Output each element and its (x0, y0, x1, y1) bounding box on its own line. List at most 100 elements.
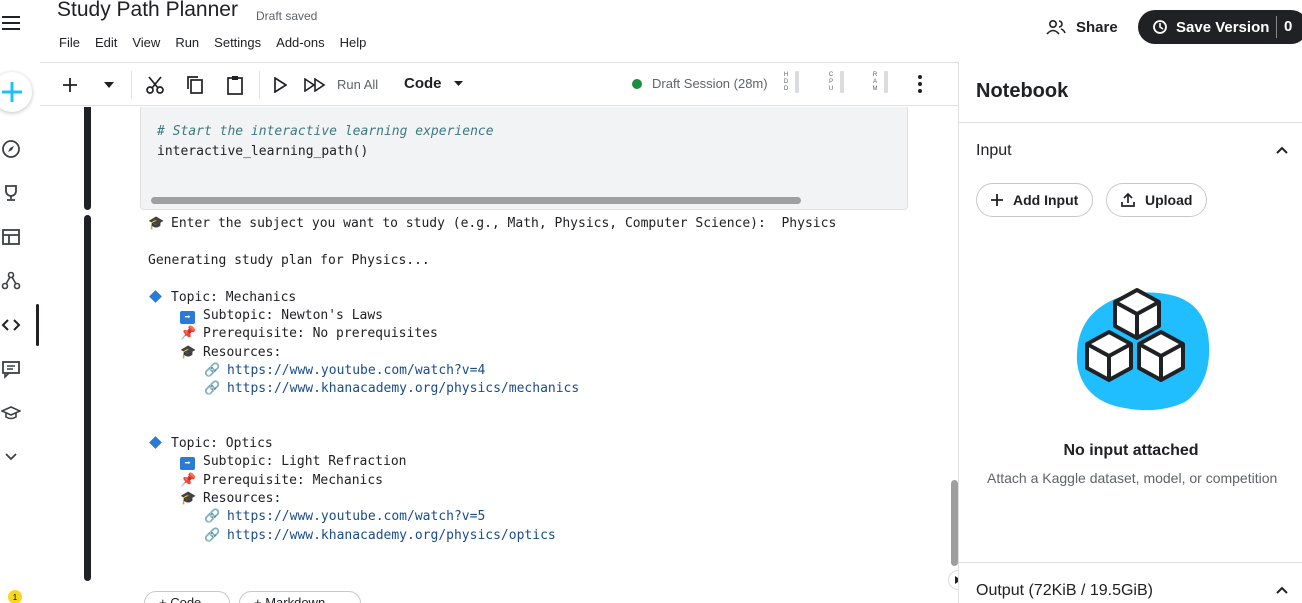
cpu-meter[interactable]: CPU (828, 71, 844, 93)
prerequisite-text: Prerequisite: Mechanics (203, 473, 384, 488)
topic-text: Topic: Mechanics (171, 290, 297, 305)
compass-icon[interactable] (0, 138, 22, 160)
add-markdown-cell-button[interactable]: + Markdown (239, 591, 361, 603)
code-line: interactive_learning_path() (157, 144, 369, 159)
cubes-illustration-icon (1076, 288, 1210, 411)
resource-link[interactable]: https://www.youtube.com/watch?v=5 (227, 509, 485, 524)
session-status-dot (632, 78, 642, 89)
cut-button[interactable] (144, 73, 166, 97)
output-selection-bar[interactable] (84, 215, 91, 581)
subtopic-line: ➡ Subtopic: Light Refraction (180, 454, 407, 470)
resource-link[interactable]: https://www.khanacademy.org/physics/mech… (227, 381, 579, 396)
ram-meter-bar (884, 71, 888, 93)
add-code-cell-label: + Code (159, 595, 202, 603)
add-cell-dropdown[interactable] (102, 73, 116, 97)
menu-run[interactable]: Run (175, 35, 199, 50)
diamond-icon (149, 436, 162, 449)
input-section-header[interactable]: Input (976, 142, 1012, 160)
horizontal-scrollbar[interactable] (151, 197, 801, 204)
run-all-button[interactable] (302, 73, 328, 97)
notebook-title[interactable]: Study Path Planner (57, 0, 238, 22)
add-markdown-cell-label: + Markdown (254, 595, 326, 603)
menu-file[interactable]: File (59, 35, 80, 50)
resources-line: 🎓 Resources: (180, 345, 281, 360)
cpu-meter-label: CPU (828, 71, 834, 92)
play-icon (274, 77, 287, 93)
subtopic-line: ➡ Subtopic: Newton's Laws (180, 308, 383, 324)
hamburger-menu-icon[interactable] (0, 12, 22, 34)
output-prompt-line: 🎓 Enter the subject you want to study (e.… (148, 216, 836, 231)
upload-button[interactable]: Upload (1106, 183, 1208, 217)
session-status[interactable]: Draft Session (28m) (632, 76, 768, 91)
cell-type-value: Code (404, 75, 442, 92)
discussion-icon[interactable] (0, 358, 22, 380)
link-icon: 🔗 (204, 381, 221, 396)
plus-icon (2, 82, 22, 102)
run-cell-button[interactable] (271, 73, 289, 97)
graduation-cap-icon: 🎓 (180, 491, 197, 506)
table-icon[interactable] (0, 226, 22, 248)
copy-button[interactable] (184, 73, 206, 97)
cell-selection-bar[interactable] (84, 107, 91, 210)
upload-icon (1121, 193, 1135, 207)
more-options-icon[interactable] (918, 75, 922, 99)
toolbar-divider (131, 71, 132, 99)
pushpin-icon: 📌 (180, 473, 197, 488)
save-version-button[interactable]: Save Version 0 (1138, 10, 1302, 44)
graduation-cap-icon: 🎓 (148, 216, 165, 231)
caret-down-icon (104, 82, 114, 88)
pushpin-icon: 📌 (180, 326, 197, 341)
link-icon: 🔗 (204, 528, 221, 543)
menu-bar: File Edit View Run Settings Add-ons Help (59, 35, 381, 50)
chevron-up-icon[interactable] (1275, 142, 1289, 158)
hdd-meter-label: HDD (783, 71, 789, 92)
toolbar-divider (259, 71, 260, 99)
code-cell-editor[interactable]: # Start the interactive learning experie… (140, 107, 908, 210)
subtopic-text: Subtopic: Newton's Laws (203, 308, 384, 323)
menu-view[interactable]: View (132, 35, 160, 50)
prerequisite-text: Prerequisite: No prerequisites (203, 326, 438, 341)
chevron-up-icon[interactable] (1275, 582, 1289, 598)
menu-edit[interactable]: Edit (95, 35, 117, 50)
chevron-down-icon[interactable] (0, 446, 22, 468)
resource-link-row: 🔗 https://www.khanacademy.org/physics/opt… (204, 528, 556, 543)
plus-icon (63, 78, 77, 92)
hdd-meter-bar (795, 71, 799, 93)
menu-addons[interactable]: Add-ons (276, 35, 324, 50)
trophy-icon[interactable] (0, 182, 22, 204)
left-nav-rail: 1 (0, 0, 40, 603)
scissors-icon (146, 76, 164, 94)
notification-badge[interactable]: 1 (8, 590, 22, 603)
ram-meter[interactable]: RAM (872, 71, 888, 93)
add-code-cell-button[interactable]: + Code (144, 591, 230, 603)
code-comment: # Start the interactive learning experie… (157, 124, 494, 139)
version-count[interactable]: 0 (1284, 18, 1292, 35)
panel-title: Notebook (976, 80, 1069, 102)
resource-link[interactable]: https://www.youtube.com/watch?v=4 (227, 363, 485, 378)
share-button[interactable]: Share (1046, 14, 1118, 40)
models-icon[interactable] (0, 270, 22, 292)
topic-line: Topic: Mechanics (148, 290, 296, 305)
code-icon[interactable] (0, 314, 22, 336)
run-all-label[interactable]: Run All (337, 77, 378, 92)
menu-settings[interactable]: Settings (214, 35, 261, 50)
cell-type-select[interactable]: Code (404, 75, 463, 92)
vertical-scrollbar[interactable] (951, 480, 958, 566)
cpu-meter-bar (840, 71, 844, 93)
copy-icon (187, 76, 203, 94)
learn-icon[interactable] (0, 402, 22, 424)
upload-label: Upload (1145, 192, 1193, 208)
hdd-meter[interactable]: HDD (783, 71, 799, 93)
plus-icon (991, 194, 1003, 206)
panel-divider (959, 562, 1302, 563)
resource-link[interactable]: https://www.khanacademy.org/physics/opti… (227, 528, 556, 543)
history-icon (1153, 20, 1167, 34)
topic-line: Topic: Optics (148, 436, 273, 451)
add-input-button[interactable]: Add Input (976, 183, 1094, 217)
output-section-header[interactable]: Output (72KiB / 19.5GiB) (976, 582, 1153, 600)
add-cell-button[interactable] (60, 73, 80, 97)
menu-help[interactable]: Help (340, 35, 367, 50)
resource-link-row: 🔗 https://www.youtube.com/watch?v=5 (204, 509, 485, 524)
create-new-button[interactable] (0, 72, 32, 112)
paste-button[interactable] (224, 73, 246, 97)
